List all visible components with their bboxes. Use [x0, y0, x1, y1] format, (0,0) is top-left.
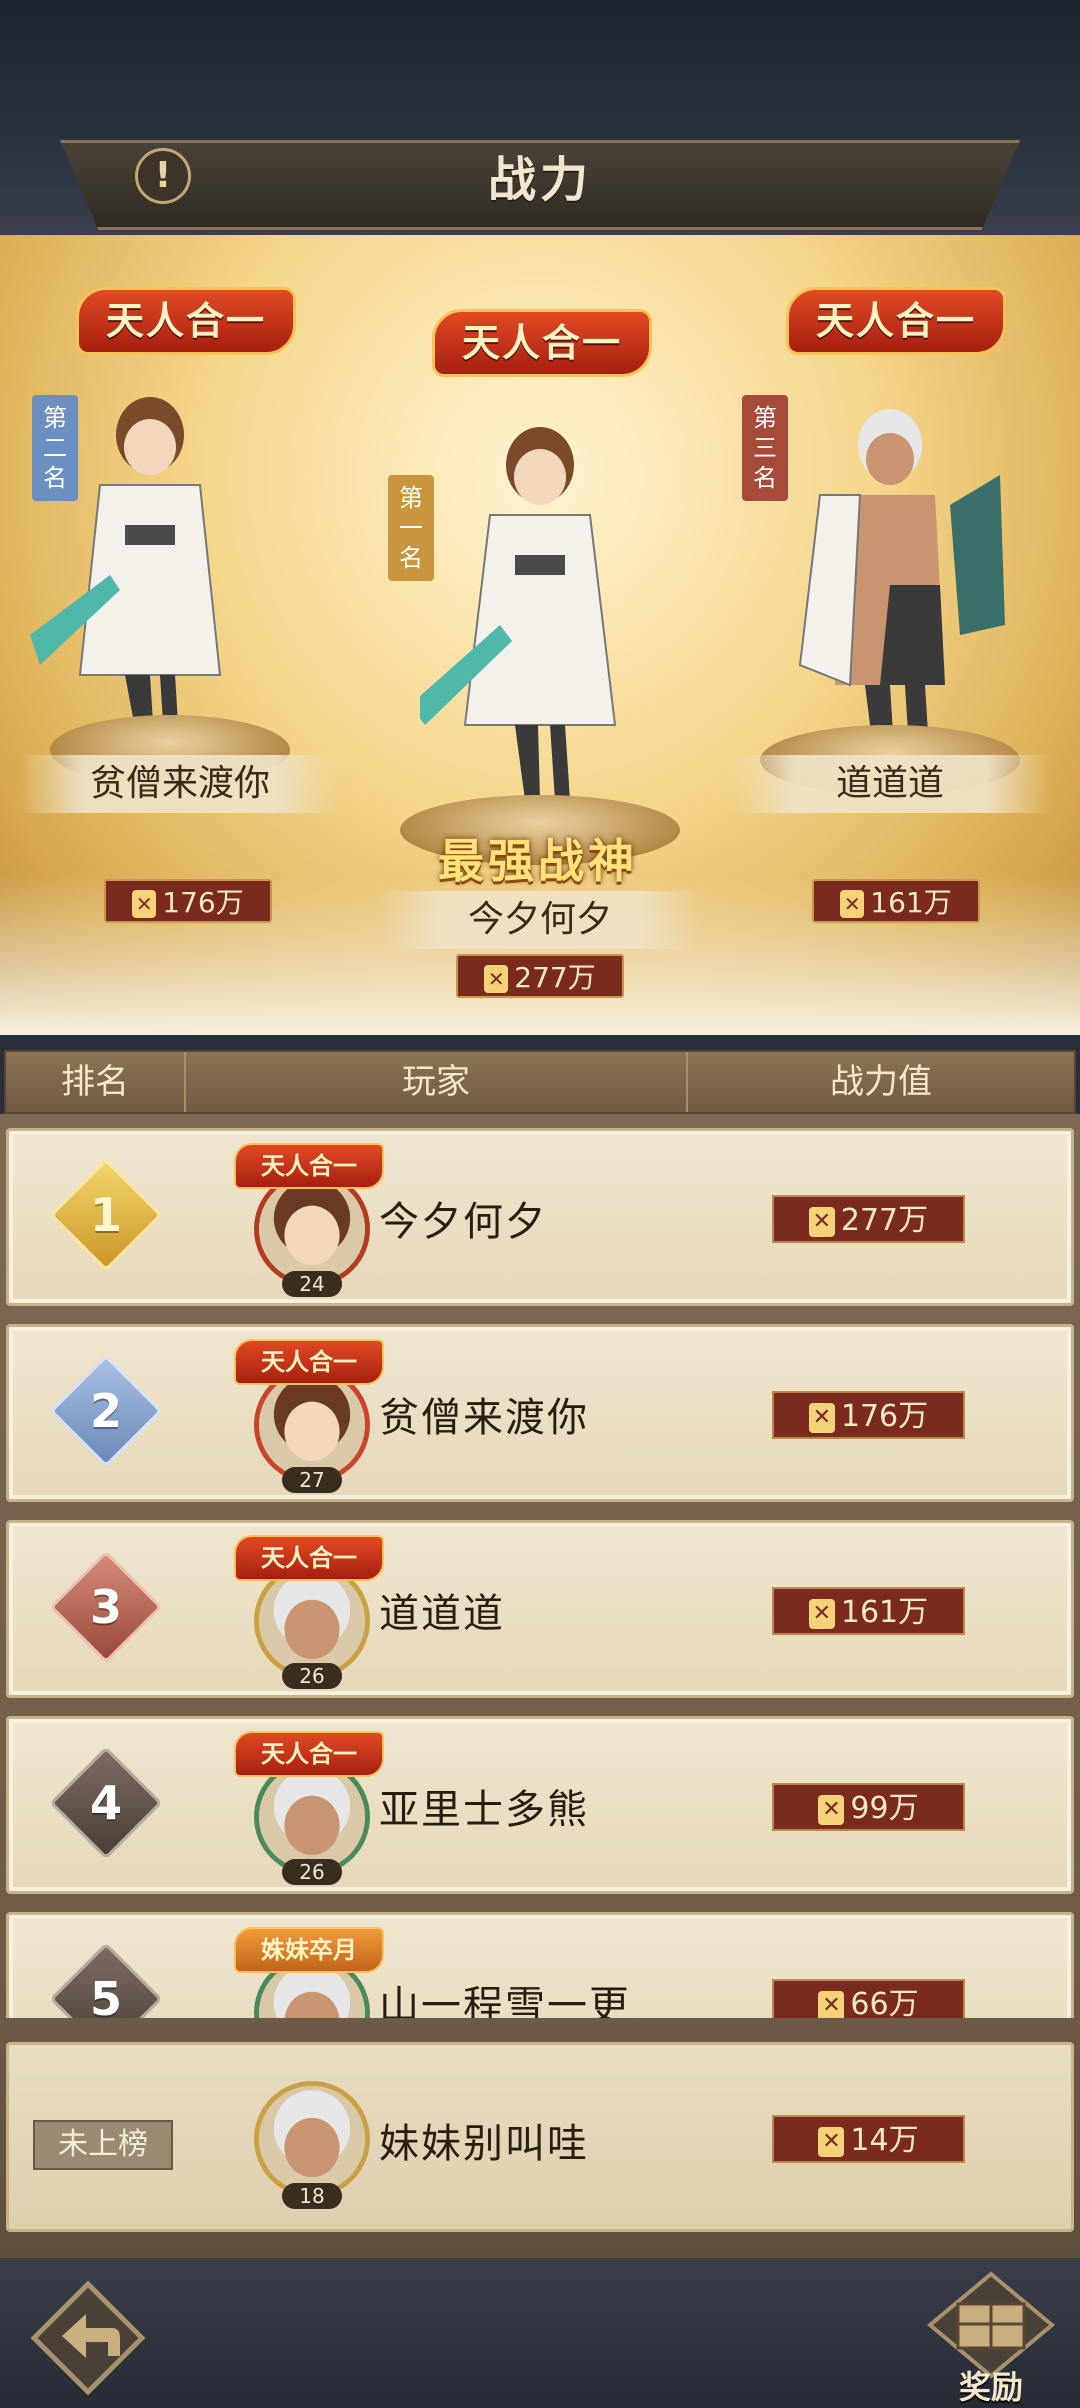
- podium: 天人合一 第二名 贫僧来渡你 ✕ 176万 天人合一 第一名 最强战神 今夕何夕…: [0, 235, 1080, 1035]
- power-value: ✕ 277万: [772, 1195, 965, 1243]
- level-badge: 26: [282, 1859, 342, 1885]
- column-power: 战力值: [830, 1062, 932, 1102]
- second-name: 贫僧来渡你: [20, 755, 340, 813]
- player-name: 妹妹别叫哇: [379, 2121, 589, 2167]
- first-title-badge: 天人合一: [432, 309, 652, 377]
- reward-button[interactable]: 奖励: [926, 2270, 1056, 2408]
- title-badge: 天人合一: [234, 1143, 384, 1189]
- level-badge: 26: [282, 1663, 342, 1689]
- sword-icon: ✕: [808, 1206, 835, 1237]
- my-rank-row[interactable]: 未上榜 18 妹妹别叫哇 ✕ 14万: [6, 2042, 1074, 2232]
- table-row[interactable]: 3 天人合一 26 道道道 ✕ 161万: [6, 1520, 1074, 1698]
- unranked-label: 未上榜: [33, 2120, 173, 2170]
- table-row[interactable]: 5 姝妹卒月 山一程雪一更 ✕ 66万: [6, 1912, 1074, 2018]
- player-name: 今夕何夕: [379, 1199, 547, 1245]
- title-badge: 天人合一: [234, 1339, 384, 1385]
- first-hero[interactable]: [410, 405, 660, 805]
- sword-icon: ✕: [808, 1402, 835, 1433]
- back-button[interactable]: [28, 2278, 148, 2398]
- title-badge: 天人合一: [234, 1535, 384, 1581]
- sword-icon: ✕: [818, 2126, 845, 2157]
- ranking-list[interactable]: 1 天人合一 24 今夕何夕 ✕ 277万 2 天人合一 27 贫僧来渡你 ✕ 17…: [0, 1114, 1080, 2018]
- level-badge: 27: [282, 1467, 342, 1493]
- third-title-badge: 天人合一: [786, 287, 1006, 355]
- player-name: 亚里士多熊: [379, 1787, 589, 1833]
- third-name: 道道道: [730, 755, 1050, 813]
- column-rank: 排名: [6, 1052, 186, 1112]
- player-name: 山一程雪一更: [379, 1983, 631, 2018]
- rank-number: 4: [89, 1776, 122, 1830]
- footer: [0, 2258, 1080, 2408]
- avatar[interactable]: 天人合一 26: [234, 1531, 394, 1691]
- sword-icon: ✕: [808, 1598, 835, 1629]
- first-power: ✕ 277万: [456, 954, 624, 998]
- power-value: ✕ 66万: [772, 1979, 965, 2018]
- power-value: ✕ 176万: [772, 1391, 965, 1439]
- avatar[interactable]: 18: [234, 2059, 394, 2219]
- sword-icon: ✕: [818, 1990, 845, 2018]
- table-row[interactable]: 4 天人合一 26 亚里士多熊 ✕ 99万: [6, 1716, 1074, 1894]
- second-title-badge: 天人合一: [76, 287, 296, 355]
- power-value: ✕ 14万: [772, 2115, 965, 2163]
- sword-icon: ✕: [818, 1794, 845, 1825]
- back-arrow-icon: [30, 2280, 146, 2396]
- level-badge: 18: [282, 2183, 342, 2209]
- first-name: 今夕何夕: [380, 891, 700, 949]
- rank-number: 2: [89, 1384, 122, 1438]
- avatar[interactable]: 天人合一 24: [234, 1139, 394, 1299]
- player-name: 贫僧来渡你: [379, 1395, 589, 1441]
- level-badge: 24: [282, 1271, 342, 1297]
- reward-label: 奖励: [958, 2368, 1023, 2406]
- sword-icon: ✕: [132, 890, 157, 918]
- table-row[interactable]: 2 天人合一 27 贫僧来渡你 ✕ 176万: [6, 1324, 1074, 1502]
- rank-number: 3: [89, 1580, 122, 1634]
- avatar[interactable]: 天人合一 27: [234, 1335, 394, 1495]
- page-title: 战力: [487, 152, 592, 208]
- sword-icon: ✕: [840, 890, 865, 918]
- player-name: 道道道: [379, 1591, 505, 1637]
- power-value: ✕ 161万: [772, 1587, 965, 1635]
- avatar[interactable]: 天人合一 26: [234, 1727, 394, 1887]
- column-player: 玩家: [186, 1052, 688, 1112]
- rank-number: 5: [89, 1972, 122, 2018]
- table-row[interactable]: 1 天人合一 24 今夕何夕 ✕ 277万: [6, 1128, 1074, 1306]
- avatar-portrait: [254, 2081, 370, 2197]
- table-header: 排名 玩家 战力值: [4, 1050, 1076, 1114]
- title-badge: 天人合一: [234, 1731, 384, 1777]
- header: ! 战力: [0, 0, 1080, 235]
- avatar[interactable]: 姝妹卒月: [234, 1923, 394, 2018]
- strongest-warrior-title: 最强战神: [438, 834, 638, 888]
- title-badge: 姝妹卒月: [234, 1927, 384, 1973]
- rank-number: 1: [89, 1188, 122, 1242]
- sword-icon: ✕: [484, 965, 509, 993]
- power-value: ✕ 99万: [772, 1783, 965, 1831]
- third-power: ✕ 161万: [812, 879, 980, 923]
- second-power: ✕ 176万: [104, 879, 272, 923]
